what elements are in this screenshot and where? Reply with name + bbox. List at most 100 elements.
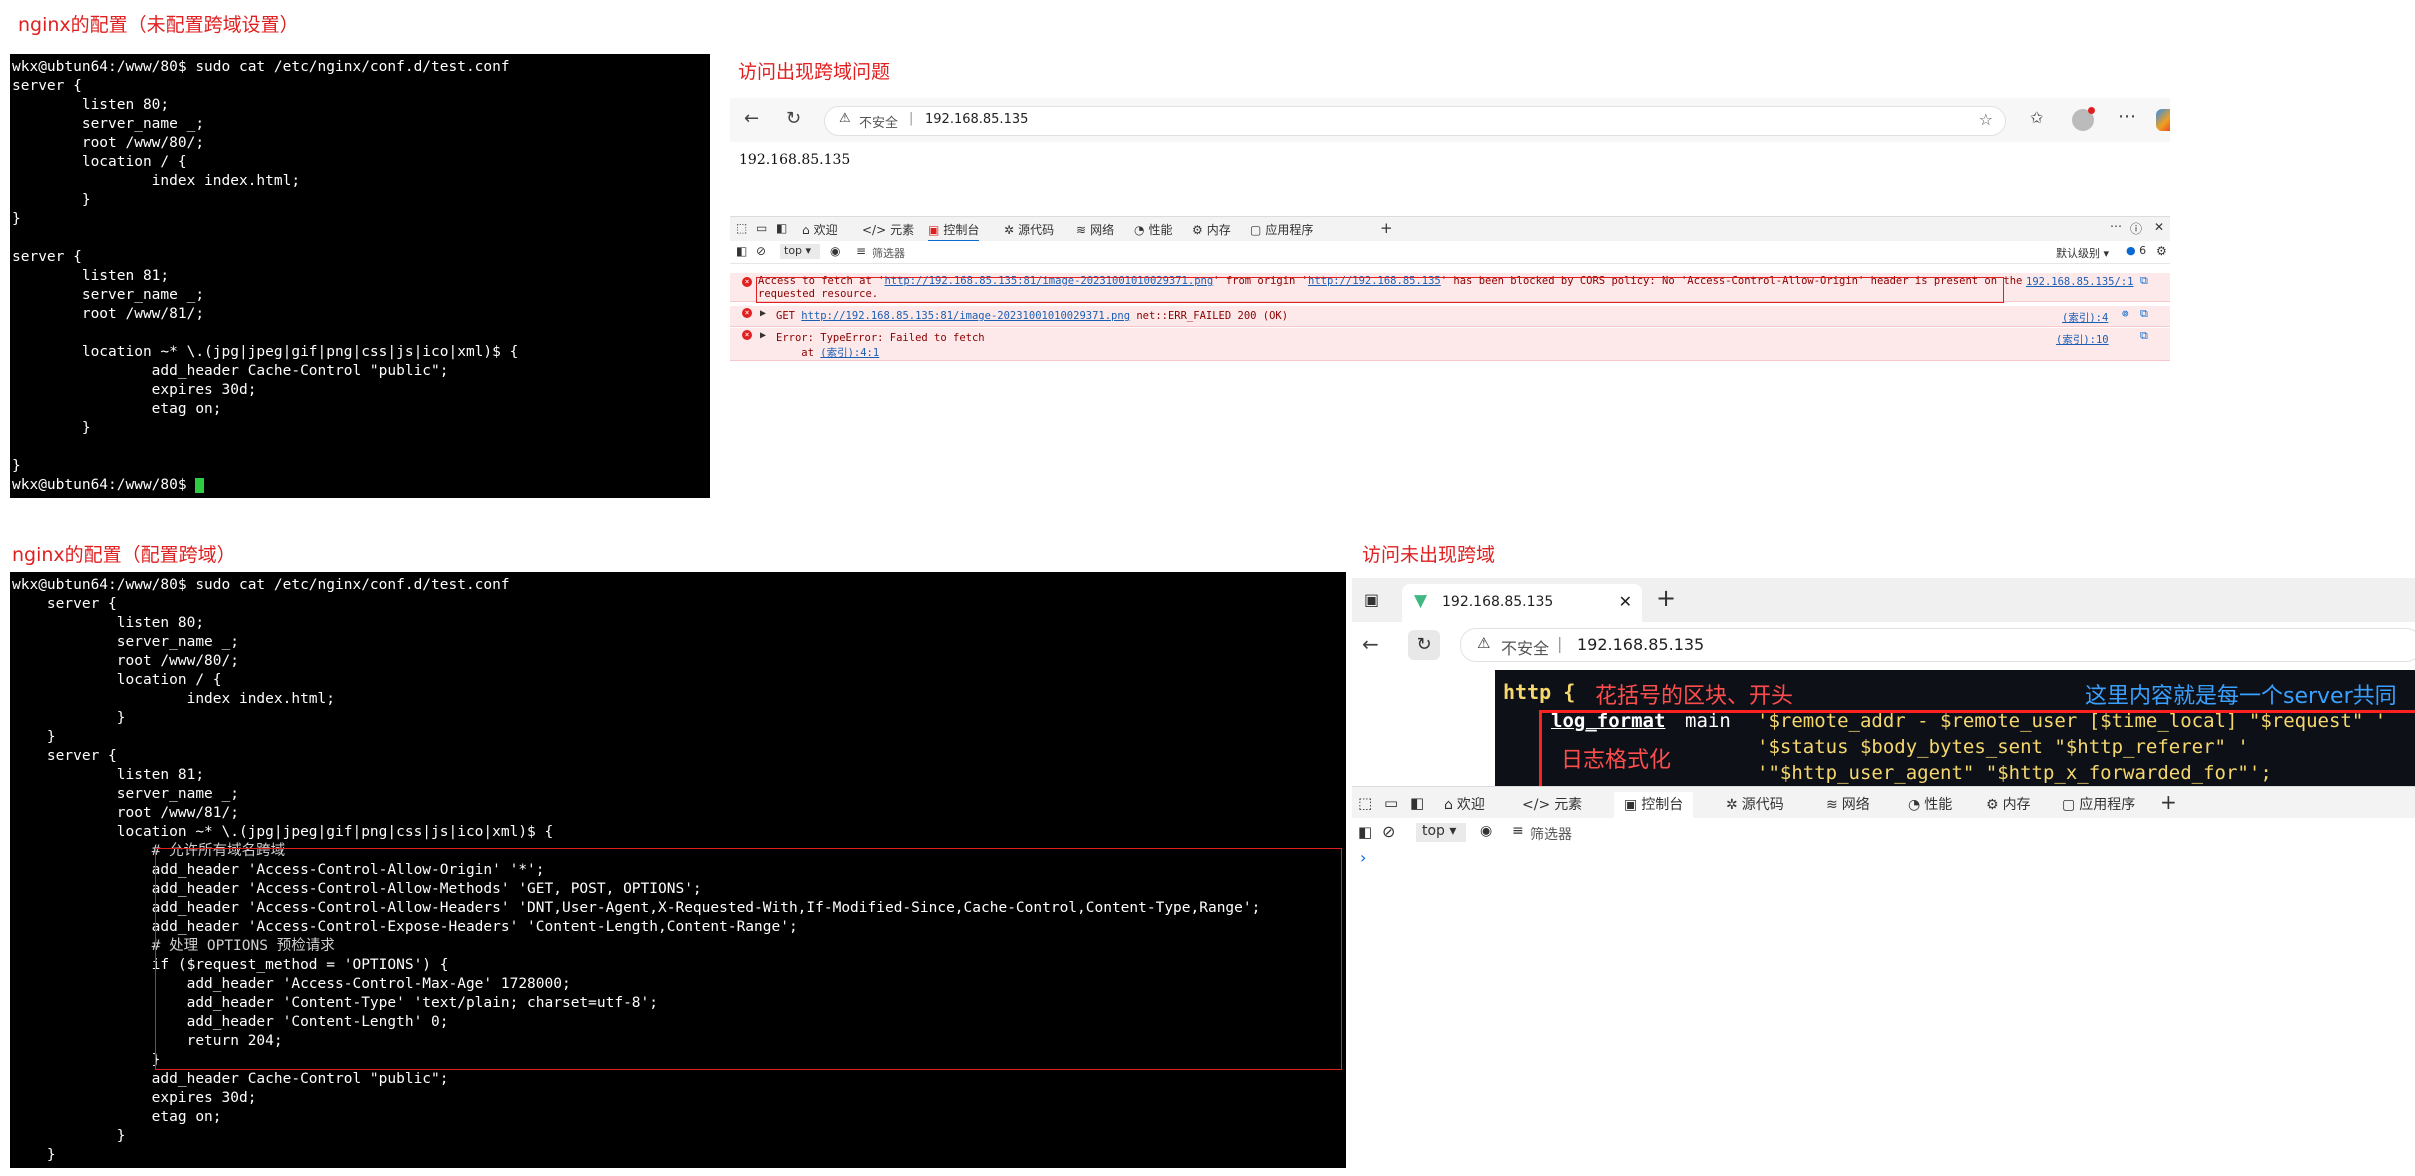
tab-actions-icon[interactable]: ▣ <box>1364 590 1379 609</box>
inspect-icon[interactable]: ⬚ <box>736 221 747 235</box>
tab-console-label: 控制台 <box>943 223 980 237</box>
tab-welcome[interactable]: ⌂ 欢迎 <box>1444 794 1485 814</box>
terminal-line: location ~* \.(jpg|jpeg|gif|png|css|js|i… <box>12 344 519 360</box>
back-icon[interactable]: ← <box>744 108 759 129</box>
dock-icon[interactable]: ◧ <box>1410 794 1424 812</box>
clear-console-icon[interactable]: ⊘ <box>756 244 766 258</box>
cors-url-link[interactable]: http://192.168.85.135:81/image-202310010… <box>884 275 1213 287</box>
refresh-icon[interactable]: ↻ <box>786 108 801 129</box>
cors-origin-link[interactable]: http://192.168.85.135 <box>1308 275 1441 287</box>
terminal-line: server { <box>12 596 117 612</box>
terminal-prompt-line[interactable]: wkx@ubtun64:/www/80$ <box>12 476 710 495</box>
tab-performance[interactable]: ◔ 性能 <box>1134 221 1173 238</box>
tab-memory[interactable]: ⚙ 内存 <box>1986 794 2031 814</box>
page-content: http { 花括号的区块、开头 这里内容就是每一个server共同 log_f… <box>1352 668 2415 786</box>
add-tab-icon[interactable]: + <box>1380 219 1393 237</box>
url-field[interactable]: ⚠ 不安全 | 192.168.85.135 ☆ <box>824 106 2006 136</box>
eye-icon[interactable]: ◉ <box>1480 823 1492 839</box>
console-prompt: › <box>1360 848 1367 867</box>
settings-icon[interactable]: ⚙ <box>2156 244 2167 258</box>
tab-console[interactable]: ▣ 控制台 <box>1614 792 1694 821</box>
error-icon: × <box>742 308 752 318</box>
terminal-line: location / { <box>12 154 187 170</box>
terminal-line: location ~* \.(jpg|jpeg|gif|png|css|js|i… <box>12 824 554 840</box>
cors-source-link[interactable]: 192.168.85.135/:1 <box>2026 276 2133 288</box>
insecure-label: 不安全 <box>1501 639 1550 658</box>
log-level-select[interactable]: 默认级别 ▾ <box>2056 245 2109 261</box>
terminal-line: add_header Cache-Control "public"; <box>12 1071 449 1087</box>
get-network-icon[interactable]: ⊚ <box>2122 307 2129 320</box>
typeerror-at: at <box>776 347 821 359</box>
tab-memory[interactable]: ⚙ 内存 <box>1192 221 1231 238</box>
home-icon: ⌂ <box>1444 797 1453 813</box>
get-message: GET http://192.168.85.135:81/image-20231… <box>776 310 1288 322</box>
tab-performance[interactable]: ◔ 性能 <box>1908 794 1952 814</box>
tab-console[interactable]: ▣ 控制台 <box>928 221 980 242</box>
filter-input[interactable]: 筛选器 <box>1530 824 1572 844</box>
favorites-icon[interactable]: ✩ <box>2030 108 2043 127</box>
cors-copy-icon[interactable]: ⧉ <box>2140 274 2148 288</box>
expand-arrow-icon[interactable]: ▶ <box>760 308 766 319</box>
image-line3: '"$http_user_agent" "$http_x_forwarded_f… <box>1757 762 2272 784</box>
browser-tab-active[interactable]: ▼ 192.168.85.135 ✕ <box>1402 584 1642 622</box>
dock-icon[interactable]: ◧ <box>776 221 787 235</box>
tab-elements[interactable]: </> 元素 <box>862 221 914 238</box>
devtools-more-icon[interactable]: ⋯ <box>2110 219 2122 233</box>
terminal-line: server_name _; <box>12 116 205 132</box>
code-icon: </> <box>1522 797 1551 813</box>
typeerror-copy-icon[interactable]: ⧉ <box>2140 329 2148 343</box>
context-select[interactable]: top ▾ <box>780 244 820 259</box>
new-tab-icon[interactable]: + <box>1656 584 1676 612</box>
terminal-line: expires 30d; <box>12 1090 257 1106</box>
cors-suffix: ' has been blocked by CORS policy: No 'A… <box>1440 275 2023 287</box>
tab-elements[interactable]: </> 元素 <box>1522 794 1582 814</box>
tab-application[interactable]: ▢ 应用程序 <box>1250 221 1313 238</box>
eye-icon[interactable]: ◉ <box>830 244 840 258</box>
console-output[interactable]: › <box>1352 846 2415 1176</box>
url-separator: | <box>1557 634 1563 653</box>
address-bar: ← ↻ ⚠ 不安全 | 192.168.85.135 ☆ ✩ ⋯ <box>730 98 2170 142</box>
issues-badge[interactable]: ● 6 <box>2126 244 2146 257</box>
device-icon[interactable]: ▭ <box>1384 794 1398 812</box>
tab-strip: ▣ ▼ 192.168.85.135 ✕ + <box>1352 578 2415 622</box>
nginx-config-image: http { 花括号的区块、开头 这里内容就是每一个server共同 log_f… <box>1495 670 2415 786</box>
get-copy-icon[interactable]: ⧉ <box>2140 307 2148 321</box>
clear-console-icon[interactable]: ⊘ <box>1382 822 1395 841</box>
terminal-line: listen 81; <box>12 767 205 783</box>
tab-welcome[interactable]: ⌂ 欢迎 <box>802 221 838 238</box>
context-select[interactable]: top ▾ <box>1416 823 1466 842</box>
profile-badge <box>2088 107 2095 114</box>
copilot-icon[interactable] <box>2156 109 2170 131</box>
get-source-link[interactable]: (索引):4 <box>2062 310 2108 325</box>
tab-network[interactable]: ≋ 网络 <box>1076 221 1114 238</box>
star-icon[interactable]: ☆ <box>1979 110 1993 129</box>
device-icon[interactable]: ▭ <box>756 221 767 235</box>
refresh-button[interactable]: ↻ <box>1408 630 1440 660</box>
close-devtools-icon[interactable]: ✕ <box>2154 220 2164 234</box>
expand-arrow-icon[interactable]: ▶ <box>760 330 766 341</box>
app-icon: ▢ <box>2062 797 2076 813</box>
help-icon[interactable]: ⓘ <box>2130 220 2142 237</box>
sidebar-toggle-icon[interactable]: ◧ <box>1358 823 1372 841</box>
get-url-link[interactable]: http://192.168.85.135:81/image-202310010… <box>801 310 1130 322</box>
url-field[interactable]: ⚠ 不安全 | 192.168.85.135 <box>1460 628 2415 662</box>
filter-icon: ≡ <box>856 244 867 258</box>
tab-sources[interactable]: ✲ 源代码 <box>1004 221 1054 238</box>
sidebar-toggle-icon[interactable]: ◧ <box>736 244 747 258</box>
more-menu-icon[interactable]: ⋯ <box>2118 106 2136 127</box>
typeerror-source-link[interactable]: (索引):10 <box>2056 332 2109 347</box>
terminal-prompt: wkx@ubtun64:/www/80$ <box>12 477 196 493</box>
inspect-icon[interactable]: ⬚ <box>1358 794 1372 812</box>
tab-network[interactable]: ≋ 网络 <box>1826 794 1870 814</box>
add-tab-icon[interactable]: + <box>2160 790 2177 814</box>
back-icon[interactable]: ← <box>1362 632 1379 656</box>
tab-sources[interactable]: ✲ 源代码 <box>1726 794 1784 814</box>
terminal-line: return 204; <box>12 1033 283 1049</box>
filter-input[interactable]: 筛选器 <box>872 245 905 261</box>
close-tab-icon[interactable]: ✕ <box>1619 592 1632 611</box>
bug-icon: ✲ <box>1726 797 1738 813</box>
log-level-value: 默认级别 <box>2056 247 2100 260</box>
tab-application[interactable]: ▢ 应用程序 <box>2062 794 2135 814</box>
typeerror-stack-link[interactable]: (索引):4:1 <box>820 347 879 359</box>
